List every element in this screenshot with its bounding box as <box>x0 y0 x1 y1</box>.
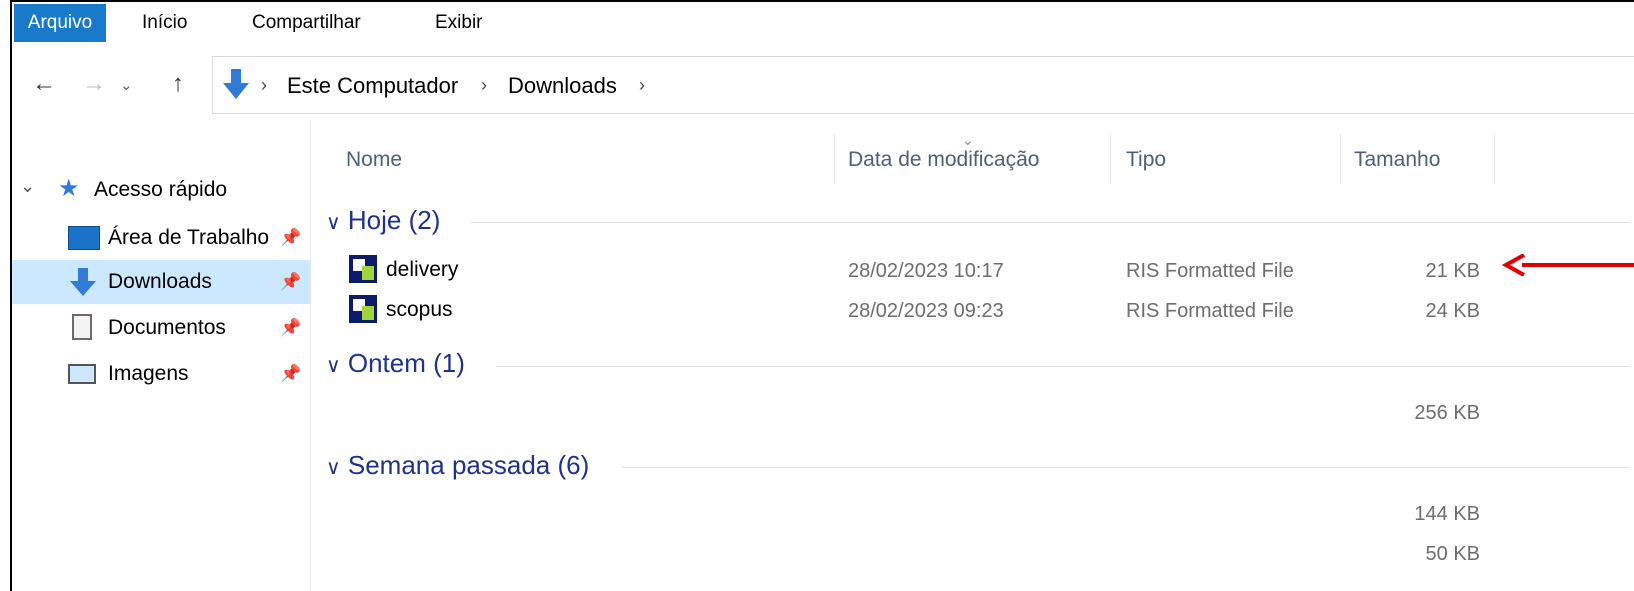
back-arrow-icon[interactable]: ← <box>32 70 56 98</box>
ris-file-icon <box>349 295 377 323</box>
group-divider <box>470 222 1630 223</box>
expand-chevron-icon[interactable]: ⌄ <box>20 176 35 197</box>
tab-compartilhar[interactable]: Compartilhar <box>252 4 361 42</box>
sidebar-item-downloads[interactable]: Downloads 📌 <box>12 260 310 304</box>
group-header[interactable]: ∨ Semana passada (6) <box>326 450 589 481</box>
collapse-chevron-icon: ∨ <box>326 355 341 377</box>
file-size: 256 KB <box>1414 402 1480 424</box>
sidebar-item-quick-access[interactable]: ⌄ ★ Acesso rápido <box>12 168 310 212</box>
star-icon: ★ <box>58 175 80 202</box>
group-divider <box>496 366 1630 367</box>
breadcrumb-separator-icon[interactable]: › <box>639 75 645 96</box>
download-arrow-icon <box>223 69 249 99</box>
navigation-bar: ← → ⌄ ↑ › Este Computador › Downloads › <box>12 42 1634 120</box>
sidebar-item-pictures[interactable]: Imagens 📌 <box>12 352 310 396</box>
file-size: 24 KB <box>1425 300 1480 322</box>
column-header-type[interactable]: Tipo <box>1126 148 1166 172</box>
pin-icon[interactable]: 📌 <box>280 272 301 292</box>
group-header[interactable]: ∨ Ontem (1) <box>326 348 465 379</box>
sidebar-item-desktop[interactable]: Área de Trabalho 📌 <box>12 216 310 260</box>
file-date: 28/02/2023 09:23 <box>848 300 1004 322</box>
file-type: RIS Formatted File <box>1126 260 1294 282</box>
column-divider[interactable] <box>1494 134 1495 184</box>
column-divider[interactable] <box>834 134 835 184</box>
sort-chevron-icon: ⌄ <box>962 132 974 148</box>
file-name: scopus <box>386 298 453 321</box>
sidebar-item-documents[interactable]: Documentos 📌 <box>12 306 310 350</box>
sidebar-item-label: Área de Trabalho <box>108 226 270 249</box>
breadcrumb-este-computador[interactable]: Este Computador <box>287 73 458 99</box>
column-divider[interactable] <box>1340 134 1341 184</box>
sidebar-item-label: Acesso rápido <box>94 178 228 201</box>
tab-exibir[interactable]: Exibir <box>435 4 483 42</box>
desktop-icon <box>68 226 100 250</box>
ris-file-icon <box>349 255 377 283</box>
column-header-size[interactable]: Tamanho <box>1354 148 1440 172</box>
sidebar-item-label: Documentos <box>108 316 226 339</box>
group-divider <box>622 467 1630 468</box>
file-size: 50 KB <box>1425 543 1480 565</box>
file-name: delivery <box>386 258 459 281</box>
group-title: Semana passada (6) <box>347 450 590 480</box>
breadcrumb-separator-icon: › <box>261 75 267 95</box>
forward-arrow-icon[interactable]: → <box>82 70 106 98</box>
column-header-date[interactable]: Data de modificação <box>848 148 1039 172</box>
collapse-chevron-icon: ∨ <box>326 212 341 234</box>
tab-inicio[interactable]: Início <box>142 4 187 42</box>
annotation-arrow-icon <box>1502 254 1634 276</box>
sidebar-item-label: Imagens <box>108 362 189 385</box>
column-header-name[interactable]: Nome <box>346 148 402 172</box>
ribbon: Arquivo Início Compartilhar Exibir <box>12 2 1634 43</box>
sidebar-item-label: Downloads <box>108 270 212 293</box>
group-header[interactable]: ∨ Hoje (2) <box>326 205 440 236</box>
up-arrow-icon[interactable]: ↑ <box>172 70 184 98</box>
pin-icon[interactable]: 📌 <box>280 228 301 248</box>
breadcrumb-separator-icon[interactable]: › <box>481 75 487 96</box>
file-type: RIS Formatted File <box>1126 300 1294 322</box>
file-size: 21 KB <box>1425 260 1480 282</box>
download-arrow-icon <box>70 268 96 296</box>
address-bar[interactable]: › Este Computador › Downloads › <box>212 56 1634 114</box>
pictures-icon <box>68 364 96 384</box>
group-title: Hoje (2) <box>347 205 441 235</box>
file-size: 144 KB <box>1414 503 1480 525</box>
file-date: 28/02/2023 10:17 <box>848 260 1004 282</box>
collapse-chevron-icon: ∨ <box>326 457 341 479</box>
recent-chevron-down-icon[interactable]: ⌄ <box>120 76 133 94</box>
pin-icon[interactable]: 📌 <box>280 364 301 384</box>
group-title: Ontem (1) <box>347 348 465 378</box>
tab-arquivo[interactable]: Arquivo <box>14 4 106 42</box>
column-divider[interactable] <box>1110 134 1111 184</box>
pin-icon[interactable]: 📌 <box>280 318 301 338</box>
navigation-pane: ⌄ ★ Acesso rápido Área de Trabalho 📌 Dow… <box>12 120 311 591</box>
document-icon <box>72 314 92 340</box>
breadcrumb-downloads[interactable]: Downloads <box>508 73 617 99</box>
